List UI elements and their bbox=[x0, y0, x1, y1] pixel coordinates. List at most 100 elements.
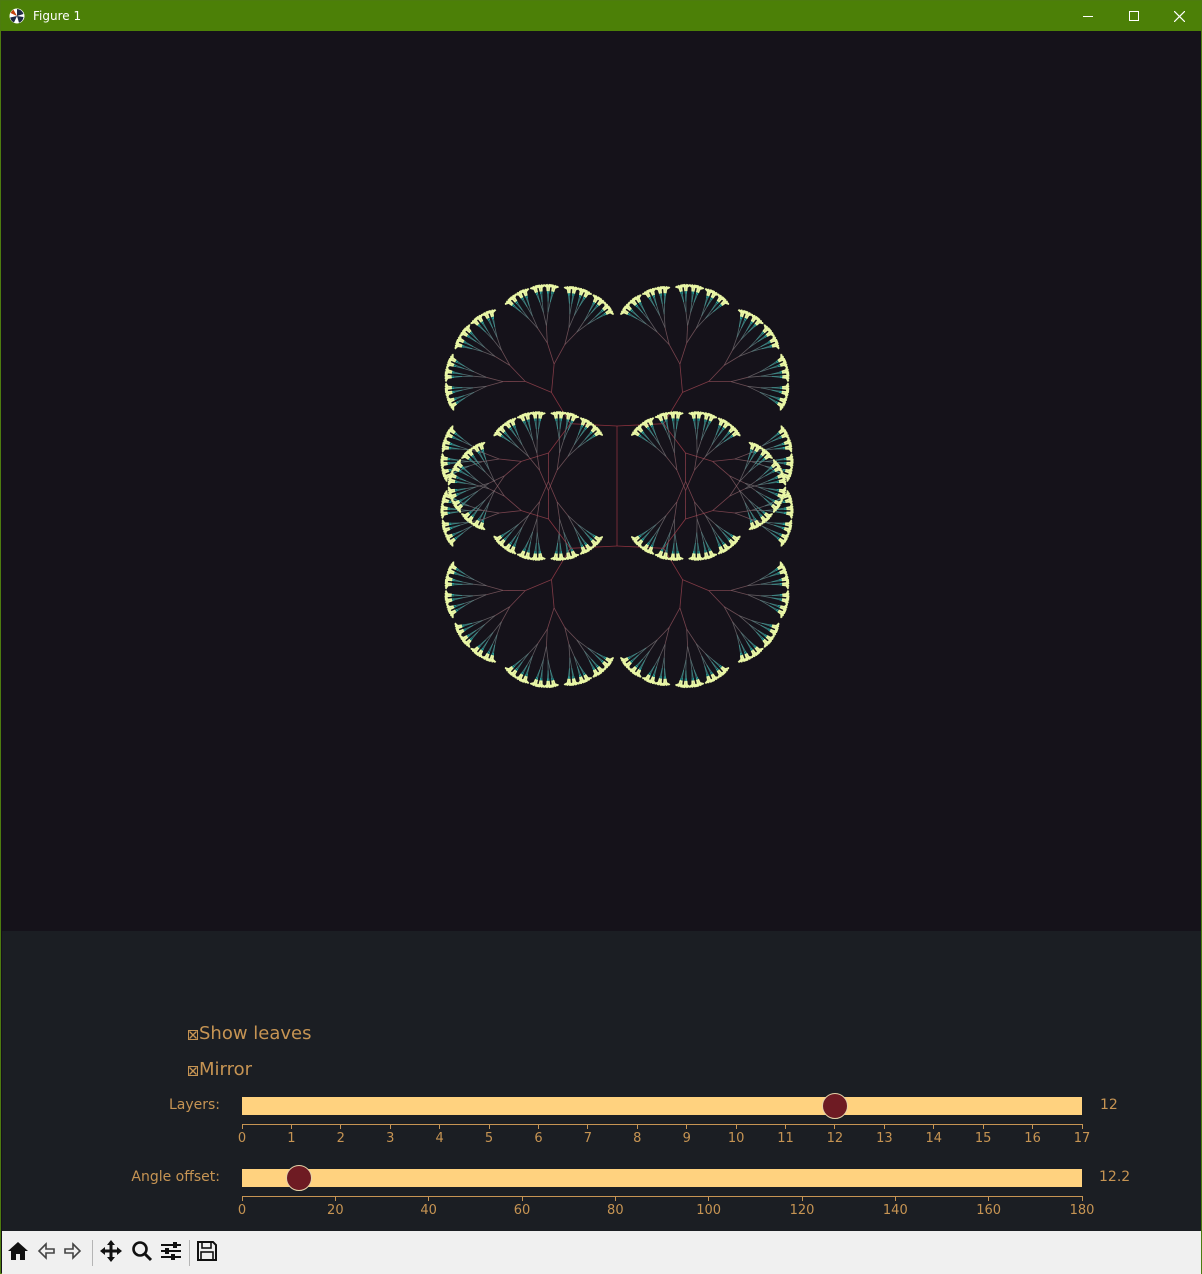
tree-branch bbox=[760, 342, 769, 347]
maximize-icon bbox=[1129, 11, 1139, 21]
tree-branch bbox=[646, 639, 658, 649]
tree-branch bbox=[535, 428, 538, 440]
figure-window: Figure 1 Show leaves Mirror Layers: 12 0… bbox=[0, 0, 1202, 1274]
tree-branch bbox=[646, 323, 658, 333]
tree-branch bbox=[738, 615, 752, 621]
tree-branch bbox=[706, 664, 712, 673]
tree-branch bbox=[502, 437, 511, 442]
checkbox-checked-icon bbox=[188, 1029, 198, 1040]
layers-axis-tick bbox=[686, 1124, 688, 1129]
show-leaves-checkbox[interactable]: Show leaves bbox=[188, 1023, 312, 1044]
angle-offset-slider-label: Angle offset: bbox=[131, 1169, 220, 1185]
home-button[interactable] bbox=[6, 1241, 30, 1265]
layers-slider-track[interactable] bbox=[242, 1097, 1082, 1115]
tree-branch bbox=[775, 511, 785, 513]
tree-branch bbox=[769, 362, 777, 367]
tree-branch bbox=[640, 530, 648, 536]
forward-button[interactable] bbox=[61, 1241, 85, 1265]
tree-branch bbox=[532, 518, 538, 532]
tree-branch bbox=[567, 444, 575, 457]
tree-branch bbox=[768, 569, 776, 575]
layers-axis-tick-label: 11 bbox=[777, 1131, 794, 1146]
tree-branch bbox=[708, 365, 725, 382]
tree-branch bbox=[492, 339, 502, 351]
maximize-button[interactable] bbox=[1111, 1, 1157, 31]
tree-branch bbox=[640, 660, 646, 669]
tree-branch bbox=[548, 469, 558, 491]
layers-axis-tick-label: 5 bbox=[484, 1131, 494, 1146]
layers-axis-tick bbox=[290, 1124, 292, 1129]
tree-branch bbox=[771, 372, 780, 375]
title-bar[interactable]: Figure 1 bbox=[1, 1, 1201, 31]
layers-axis-tick-label: 3 bbox=[386, 1131, 395, 1146]
tree-branch bbox=[478, 511, 485, 519]
minimize-button[interactable] bbox=[1065, 1, 1111, 31]
tree-branch bbox=[771, 583, 780, 585]
tree-branch bbox=[739, 489, 749, 501]
pan-button[interactable] bbox=[99, 1240, 123, 1265]
angle-offset-slider-track[interactable] bbox=[242, 1169, 1082, 1187]
tree-branch bbox=[557, 532, 560, 544]
tree-branch bbox=[518, 515, 529, 525]
tree-branch bbox=[738, 490, 746, 503]
tree-branch bbox=[551, 364, 555, 393]
layers-slider-handle[interactable] bbox=[821, 1093, 848, 1119]
tree-branch bbox=[539, 469, 549, 491]
tree-branch bbox=[686, 629, 688, 647]
tree-branch bbox=[559, 518, 565, 533]
layers-axis-tick bbox=[488, 1124, 490, 1129]
close-button[interactable] bbox=[1156, 1, 1202, 31]
save-button[interactable] bbox=[195, 1241, 219, 1265]
angle-axis-tick-label: 80 bbox=[607, 1203, 624, 1218]
tree-branch bbox=[640, 303, 646, 312]
mirror-checkbox[interactable]: Mirror bbox=[188, 1059, 252, 1080]
tree-branch bbox=[687, 646, 691, 660]
tree-branch bbox=[546, 646, 549, 660]
tree-branch bbox=[686, 628, 697, 644]
tree-branch bbox=[679, 607, 688, 630]
tree-branch bbox=[538, 542, 540, 552]
tree-branch bbox=[499, 510, 522, 514]
tree-branch bbox=[705, 444, 713, 457]
tree-branch bbox=[685, 646, 688, 660]
tree-branch bbox=[706, 299, 712, 308]
tree-branch bbox=[591, 306, 598, 314]
tree-branch bbox=[478, 453, 485, 461]
tree-branch bbox=[591, 658, 598, 666]
tree-branch bbox=[685, 481, 695, 503]
angle-offset-slider-handle[interactable] bbox=[285, 1165, 312, 1191]
tree-branch bbox=[760, 625, 769, 630]
tree-branch bbox=[538, 420, 540, 430]
tree-branch bbox=[543, 646, 547, 660]
tree-branch bbox=[734, 509, 752, 514]
tree-branch bbox=[576, 323, 588, 333]
tree-branch bbox=[504, 461, 522, 477]
tree-branch bbox=[456, 532, 464, 539]
layers-axis-tick bbox=[636, 1124, 638, 1129]
angle-axis-tick-label: 60 bbox=[513, 1203, 531, 1218]
tree-branch bbox=[456, 433, 464, 440]
tree-branch bbox=[596, 652, 605, 658]
zoom-button[interactable] bbox=[130, 1241, 154, 1265]
tree-branch bbox=[496, 337, 502, 351]
tree-branch bbox=[504, 495, 522, 511]
tree-branch bbox=[705, 515, 713, 528]
tree-branch bbox=[509, 365, 526, 382]
tree-branch bbox=[559, 439, 565, 454]
tree-branch bbox=[546, 342, 555, 365]
angle-axis-tick bbox=[708, 1196, 710, 1201]
tree-branch bbox=[659, 444, 667, 457]
tree-branch bbox=[668, 344, 681, 365]
tree-branch bbox=[486, 381, 504, 387]
tree-branch bbox=[771, 594, 780, 596]
window-title: Figure 1 bbox=[33, 9, 82, 23]
tree-branch bbox=[649, 320, 658, 333]
tree-branch bbox=[679, 342, 688, 365]
tree-branch bbox=[640, 436, 648, 442]
tree-branch bbox=[543, 312, 547, 326]
tree-branch bbox=[738, 351, 752, 357]
back-button[interactable] bbox=[34, 1241, 58, 1265]
layers-axis-tick-label: 16 bbox=[1024, 1131, 1041, 1146]
configure-subplots-button[interactable] bbox=[159, 1241, 183, 1265]
plot-canvas[interactable] bbox=[2, 31, 1201, 931]
